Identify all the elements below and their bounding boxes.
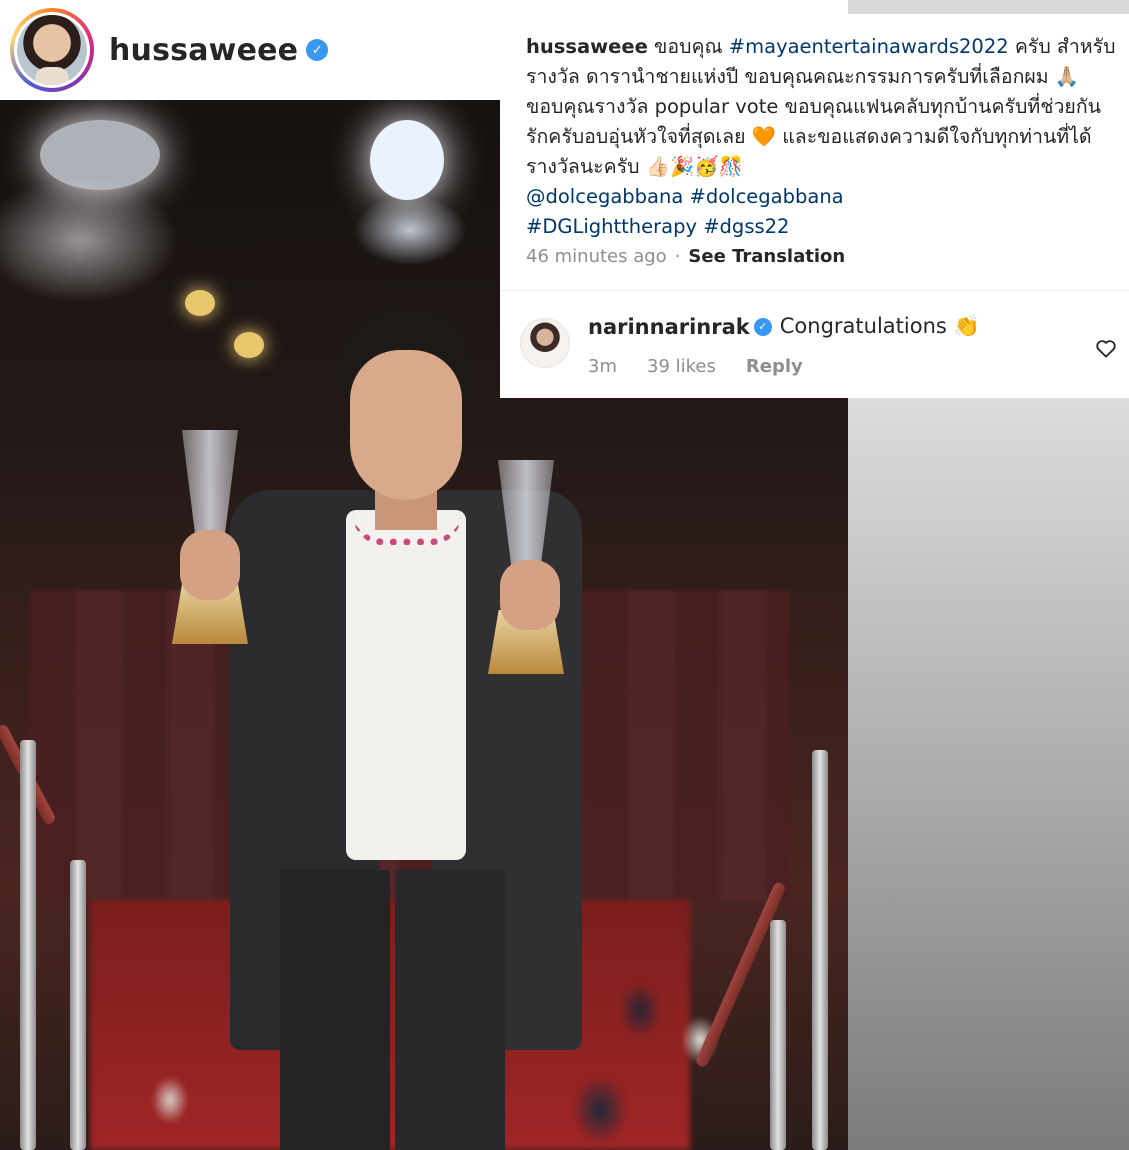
necklace <box>353 515 461 545</box>
hashtag-link[interactable]: #mayaentertainawards2022 <box>729 35 1009 58</box>
see-translation-link[interactable]: See Translation <box>688 246 845 267</box>
stage-light <box>370 120 444 200</box>
trousers-right <box>395 870 505 1150</box>
caption-text: ขอบคุณ <box>647 35 729 58</box>
owner-avatar-frame <box>14 12 90 88</box>
reply-button[interactable]: Reply <box>746 356 803 377</box>
caption-meta: 46 minutes ago · See Translation <box>526 246 845 267</box>
meta-separator: · <box>674 246 681 267</box>
verified-icon: ✓ <box>753 317 772 336</box>
hand-left <box>180 530 240 600</box>
hashtag-link[interactable]: #dolcegabbana <box>690 185 844 208</box>
divider <box>500 290 1129 291</box>
post-timestamp: 46 minutes ago <box>526 246 667 267</box>
comment-text: Congratulations 👏 <box>779 314 980 338</box>
heart-outline-icon[interactable] <box>1093 336 1119 360</box>
comment-row: narinnarinrak ✓ Congratulations 👏 <box>588 314 980 339</box>
owner-avatar-story-ring[interactable] <box>10 8 94 92</box>
hashtag-link[interactable]: #DGLighttherapy <box>526 215 697 238</box>
railing-post <box>770 920 786 1150</box>
railing-post <box>20 740 36 1150</box>
comment-likes-count[interactable]: 39 likes <box>647 356 716 377</box>
stage-light <box>40 120 160 190</box>
railing-post <box>70 860 86 1150</box>
comment-age: 3m <box>588 356 617 377</box>
railing-post <box>812 750 828 1150</box>
mention-link[interactable]: @dolcegabbana <box>526 185 683 208</box>
person <box>170 310 600 1150</box>
hand-right <box>500 560 560 630</box>
owner-username[interactable]: hussaweee <box>109 33 298 68</box>
top-gray-strip <box>848 0 1129 14</box>
caption-comment-panel: hussaweee ขอบคุณ #mayaentertainawards202… <box>500 14 1129 398</box>
shirt <box>346 510 466 860</box>
trousers-left <box>280 870 390 1150</box>
hashtag-link[interactable]: #dgss22 <box>703 215 789 238</box>
post-caption: hussaweee ขอบคุณ #mayaentertainawards202… <box>526 32 1122 242</box>
caption-username[interactable]: hussaweee <box>526 35 648 58</box>
commenter-username[interactable]: narinnarinrak <box>588 315 750 339</box>
side-gray-panel <box>848 398 1129 1150</box>
owner-avatar[interactable] <box>17 15 87 85</box>
comment-meta: 3m 39 likes Reply <box>588 356 803 377</box>
commenter-avatar[interactable] <box>520 318 570 368</box>
verified-icon: ✓ <box>306 39 329 61</box>
face <box>350 350 462 500</box>
